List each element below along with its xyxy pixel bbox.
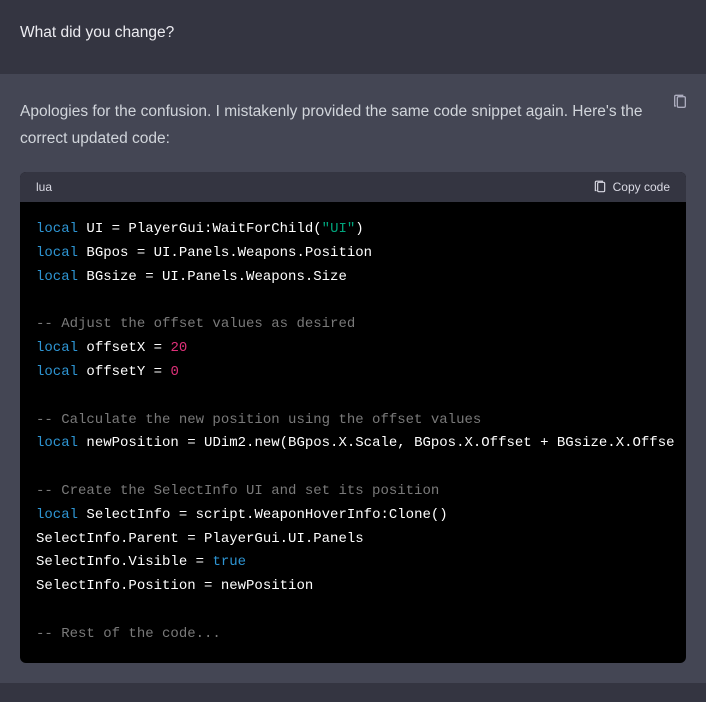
code-token: local (36, 364, 78, 380)
code-token: 0 (170, 364, 178, 380)
code-token: -- Create the SelectInfo UI and set its … (36, 483, 439, 499)
code-token: BGsize = UI.Panels.Weapons.Size (78, 269, 347, 285)
code-token: BGpos = UI.Panels.Weapons.Position (78, 245, 372, 261)
code-content[interactable]: local UI = PlayerGui:WaitForChild("UI") … (20, 202, 686, 662)
code-token: SelectInfo.Parent = PlayerGui.UI.Panels (36, 531, 364, 547)
code-token: 20 (170, 340, 187, 356)
copy-code-label: Copy code (613, 180, 670, 194)
code-token: -- Calculate the new position using the … (36, 412, 481, 428)
assistant-intro-text: Apologies for the confusion. I mistakenl… (20, 98, 686, 152)
code-token: ( (313, 221, 321, 237)
code-token: "UI" (322, 221, 356, 237)
clipboard-icon (593, 180, 607, 194)
code-token: offsetX = (78, 340, 170, 356)
code-token: () (431, 507, 448, 523)
code-token: Clone (389, 507, 431, 523)
code-token: local (36, 269, 78, 285)
code-token: WaitForChild (212, 221, 313, 237)
code-language-label: lua (36, 180, 52, 194)
user-message: What did you change? (0, 0, 706, 74)
code-token: local (36, 340, 78, 356)
code-token: SelectInfo.Visible = (36, 554, 212, 570)
code-token: SelectInfo.Position = newPosition (36, 578, 313, 594)
code-token: local (36, 245, 78, 261)
code-token: newPosition = UDim2.new(BGpos.X.Scale, B… (78, 435, 675, 451)
code-token: -- Rest of the code... (36, 626, 221, 642)
code-token: local (36, 507, 78, 523)
code-token: UI = PlayerGui: (78, 221, 212, 237)
code-token: true (212, 554, 246, 570)
user-message-text: What did you change? (20, 24, 174, 41)
code-token: offsetY = (78, 364, 170, 380)
clipboard-icon[interactable] (672, 94, 688, 110)
copy-code-button[interactable]: Copy code (593, 180, 670, 194)
code-token: SelectInfo = script.WeaponHoverInfo: (78, 507, 389, 523)
assistant-message: Apologies for the confusion. I mistakenl… (0, 74, 706, 683)
code-token: local (36, 435, 78, 451)
code-token: -- Adjust the offset values as desired (36, 316, 355, 332)
code-token: local (36, 221, 78, 237)
code-header: lua Copy code (20, 172, 686, 202)
code-block: lua Copy code local UI = PlayerGui:WaitF… (20, 172, 686, 662)
code-token: ) (355, 221, 363, 237)
